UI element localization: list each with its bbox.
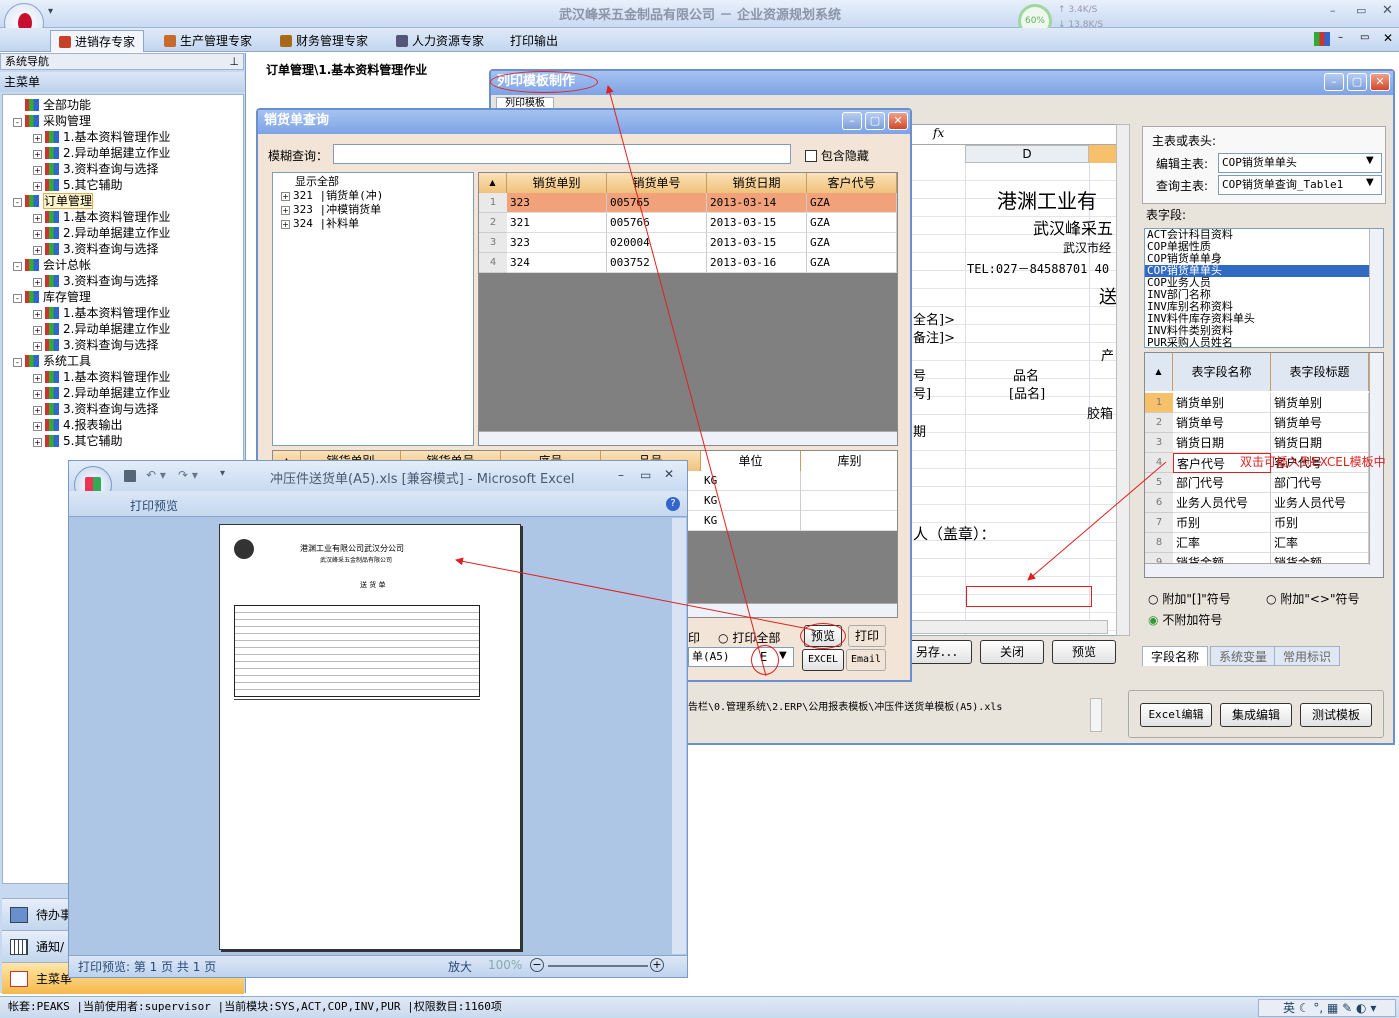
- arrow-to-title: [605, 85, 767, 677]
- arrow-to-preview: [455, 557, 815, 631]
- arrow-to-cell: [1027, 461, 1167, 581]
- app-statusbar: 帐套:PEAKS |当前使用者:supervisor |当前模块:SYS,ACT…: [0, 996, 1399, 1018]
- ime-tray[interactable]: 英 ☾ °, ▦ ✎ ◐ ▾: [1258, 999, 1396, 1017]
- annotation-arrows: [455, 85, 1167, 677]
